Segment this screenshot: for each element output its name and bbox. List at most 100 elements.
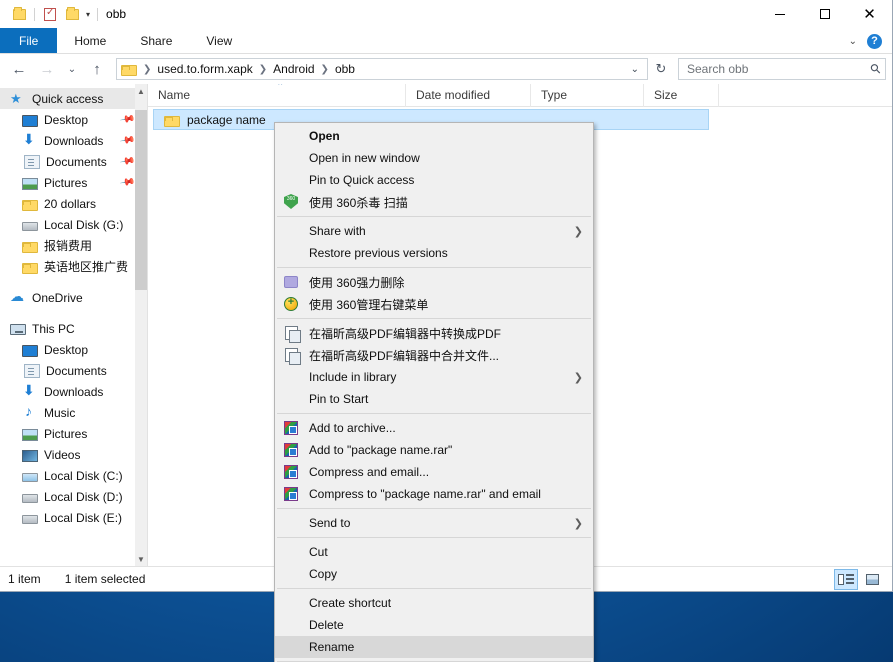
menu-item-foxit-convert-pdf[interactable]: 在福昕高级PDF编辑器中转换成PDF	[275, 322, 593, 344]
menu-item-create-shortcut[interactable]: Create shortcut	[275, 592, 593, 614]
maximize-button[interactable]	[802, 0, 847, 28]
scroll-up-icon[interactable]: ▲	[135, 84, 147, 98]
customize-caret-icon[interactable]: ▾	[83, 10, 93, 19]
sidebar-item-pc-downloads[interactable]: Downloads	[0, 381, 147, 402]
breadcrumb-separator-2[interactable]: ❯	[320, 64, 330, 75]
scrollbar-thumb[interactable]	[135, 110, 147, 290]
drive-icon	[22, 515, 38, 524]
menu-item-360-scan[interactable]: 使用 360杀毒 扫描	[275, 191, 593, 213]
sidebar-item-local-disk-c[interactable]: Local Disk (C:)	[0, 465, 147, 486]
breadcrumb[interactable]: ❯ used.to.form.xapk ❯ Android ❯ obb ⌄	[116, 58, 648, 80]
tab-file[interactable]: File	[0, 28, 57, 53]
forward-button[interactable]: →	[34, 57, 60, 81]
breadcrumb-item-1[interactable]: Android	[270, 62, 317, 76]
menu-item-delete[interactable]: Delete	[275, 614, 593, 636]
sidebar-item-pc-music[interactable]: Music	[0, 402, 147, 423]
breadcrumb-item-0[interactable]: used.to.form.xapk	[154, 62, 255, 76]
menu-item-copy[interactable]: Copy	[275, 563, 593, 585]
sidebar-item-pc-documents[interactable]: Documents	[0, 360, 147, 381]
scroll-down-icon[interactable]: ▼	[135, 552, 147, 566]
menu-item-pin-to-start[interactable]: Pin to Start	[275, 388, 593, 410]
toolbar-divider	[34, 8, 35, 21]
sidebar-item-this-pc[interactable]: This PC	[0, 318, 147, 339]
new-folder-icon[interactable]	[61, 4, 83, 24]
menu-separator-7	[277, 588, 591, 589]
menu-label-share-with: Share with	[309, 224, 566, 238]
sidebar-label-desktop: Desktop	[44, 113, 88, 127]
menu-item-compress-to-rar-and-email[interactable]: Compress to "package name.rar" and email	[275, 483, 593, 505]
menu-item-restore-previous-versions[interactable]: Restore previous versions	[275, 242, 593, 264]
sidebar-label-quick-access: Quick access	[32, 92, 103, 106]
quick-access-toolbar: ▾	[0, 4, 102, 24]
sidebar-item-local-disk-g[interactable]: Local Disk (G:)	[0, 214, 147, 235]
column-header-date-modified[interactable]: Date modified	[406, 84, 531, 107]
restore-icon	[283, 245, 301, 261]
sidebar-item-20-dollars[interactable]: 20 dollars	[0, 193, 147, 214]
breadcrumb-separator-0[interactable]: ❯	[142, 64, 152, 75]
sidebar-item-onedrive[interactable]: OneDrive	[0, 287, 147, 308]
menu-item-add-to-archive[interactable]: Add to archive...	[275, 417, 593, 439]
pin-icon: 📌	[119, 132, 136, 148]
menu-item-send-to[interactable]: Send to ❯	[275, 512, 593, 534]
sidebar-item-local-disk-e[interactable]: Local Disk (E:)	[0, 507, 147, 528]
sidebar-item-pc-videos[interactable]: Videos	[0, 444, 147, 465]
breadcrumb-dropdown-icon[interactable]: ⌄	[627, 64, 643, 75]
menu-item-rename[interactable]: Rename	[275, 636, 593, 658]
column-header-name[interactable]: ⌃ Name	[148, 84, 406, 107]
column-label-name: Name	[158, 88, 190, 102]
folder-icon[interactable]	[8, 4, 30, 24]
sidebar-item-pc-desktop[interactable]: Desktop	[0, 339, 147, 360]
sidebar-item-local-disk-d[interactable]: Local Disk (D:)	[0, 486, 147, 507]
column-header-type[interactable]: Type	[531, 84, 644, 107]
up-button[interactable]: ↑	[84, 57, 110, 81]
column-header-size[interactable]: Size	[644, 84, 719, 107]
navigation-scrollbar[interactable]: ▲ ▼	[135, 84, 147, 566]
large-icons-view-button[interactable]	[860, 569, 884, 590]
tab-home[interactable]: Home	[57, 28, 123, 53]
breadcrumb-item-2[interactable]: obb	[332, 62, 358, 76]
menu-item-foxit-merge-files[interactable]: 在福昕高级PDF编辑器中合并文件...	[275, 344, 593, 366]
recent-locations-icon[interactable]: ⌄	[62, 57, 82, 81]
sidebar-item-desktop[interactable]: Desktop 📌	[0, 109, 147, 130]
back-button[interactable]: ←	[6, 57, 32, 81]
shortcut-icon	[283, 595, 301, 611]
close-button[interactable]: ✕	[847, 0, 892, 28]
menu-item-cut[interactable]: Cut	[275, 541, 593, 563]
menu-item-360-manage-context-menu[interactable]: 使用 360管理右键菜单	[275, 293, 593, 315]
details-view-button[interactable]	[834, 569, 858, 590]
refresh-button[interactable]: ↻	[650, 57, 672, 81]
sidebar-item-quick-access[interactable]: Quick access	[0, 88, 147, 109]
menu-separator-4	[277, 413, 591, 414]
sidebar-item-downloads[interactable]: Downloads 📌	[0, 130, 147, 151]
drive-icon	[22, 222, 38, 231]
sidebar-label-pc-desktop: Desktop	[44, 343, 88, 357]
sidebar-item-baoxiao[interactable]: 报销费用	[0, 235, 147, 256]
help-icon[interactable]: ?	[867, 34, 882, 49]
search-input[interactable]	[687, 62, 871, 76]
sidebar-item-yingyu[interactable]: 英语地区推广费	[0, 256, 147, 277]
menu-item-pin-to-quick-access[interactable]: Pin to Quick access	[275, 169, 593, 191]
star-icon	[10, 91, 26, 107]
tab-view[interactable]: View	[189, 28, 249, 53]
menu-item-share-with[interactable]: Share with ❯	[275, 220, 593, 242]
menu-label-foxit-convert-pdf: 在福昕高级PDF编辑器中转换成PDF	[309, 325, 583, 342]
nav-spacer-2	[0, 308, 147, 318]
menu-item-include-in-library[interactable]: Include in library ❯	[275, 366, 593, 388]
search-box[interactable]: ⚲	[678, 58, 886, 80]
properties-icon[interactable]	[39, 4, 61, 24]
column-header-row: ⌃ Name Date modified Type Size	[148, 84, 892, 107]
menu-item-open-in-new-window[interactable]: Open in new window	[275, 147, 593, 169]
chevron-down-icon[interactable]: ⌄	[849, 36, 857, 47]
video-icon	[22, 450, 38, 462]
minimize-button[interactable]	[757, 0, 802, 28]
sidebar-item-documents[interactable]: Documents 📌	[0, 151, 147, 172]
sidebar-item-pc-pictures[interactable]: Pictures	[0, 423, 147, 444]
menu-item-add-to-rar[interactable]: Add to "package name.rar"	[275, 439, 593, 461]
large-icons-view-icon	[866, 574, 879, 585]
menu-item-360-force-delete[interactable]: 使用 360强力删除	[275, 271, 593, 293]
tab-share[interactable]: Share	[123, 28, 189, 53]
sidebar-item-pictures[interactable]: Pictures 📌	[0, 172, 147, 193]
breadcrumb-separator-1[interactable]: ❯	[258, 64, 268, 75]
menu-item-open[interactable]: Open	[275, 125, 593, 147]
menu-item-compress-and-email[interactable]: Compress and email...	[275, 461, 593, 483]
